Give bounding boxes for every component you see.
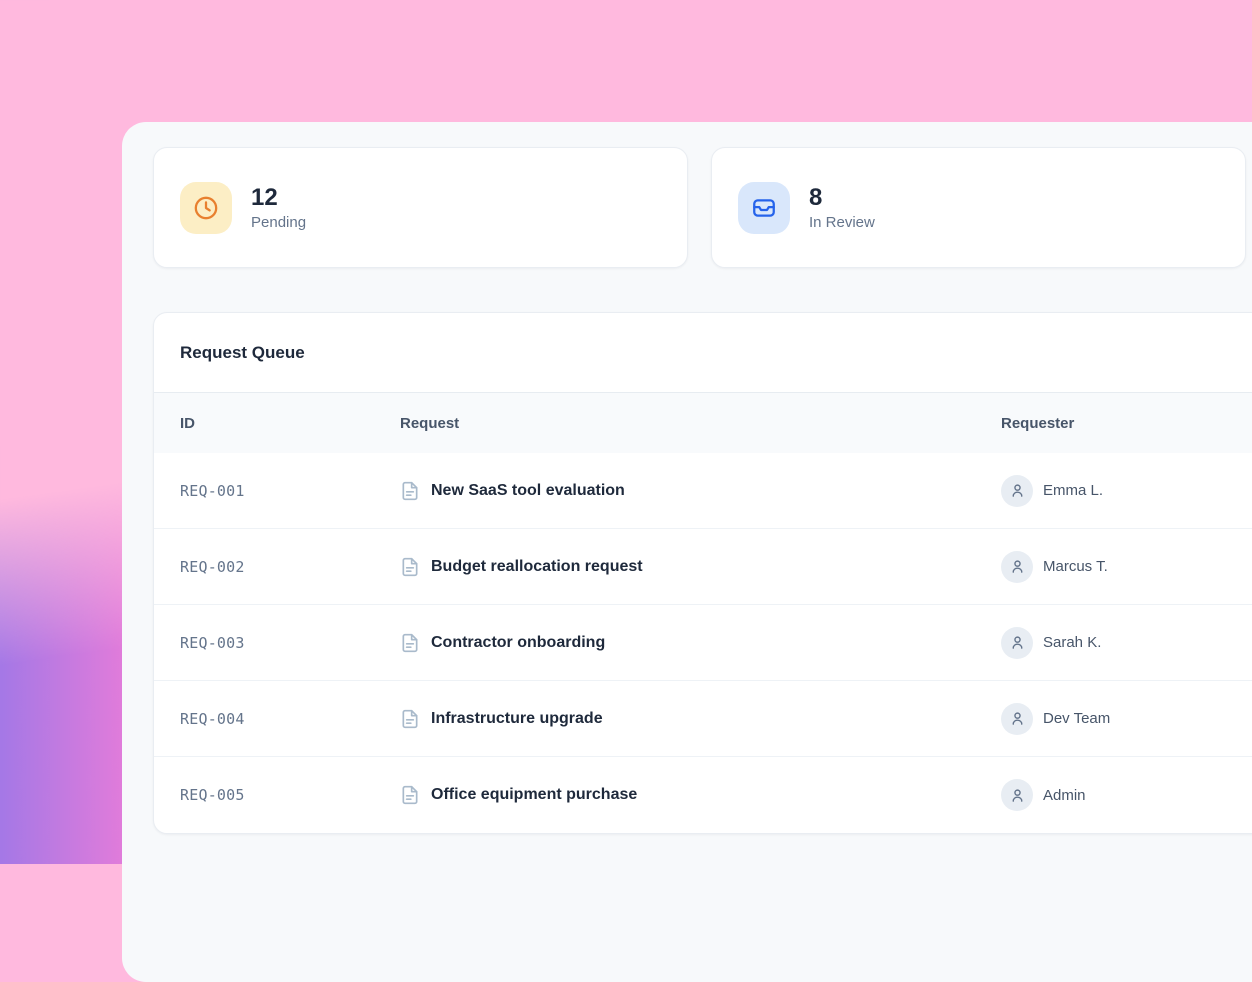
request-id: REQ-002: [180, 558, 400, 576]
inbox-icon: [738, 182, 790, 234]
file-text-icon: [400, 633, 420, 653]
requester-name: Marcus T.: [1043, 558, 1108, 575]
request-id: REQ-004: [180, 710, 400, 728]
request-title: Office equipment purchase: [431, 786, 637, 804]
stat-text: 12 Pending: [251, 184, 306, 232]
pending-label: Pending: [251, 214, 306, 231]
request-title: Contractor onboarding: [431, 634, 605, 652]
requester-name: Admin: [1043, 787, 1086, 804]
avatar: [1001, 551, 1033, 583]
file-text-icon: [400, 785, 420, 805]
in-review-label: In Review: [809, 214, 875, 231]
file-text-icon: [400, 709, 420, 729]
request-id: REQ-005: [180, 786, 400, 804]
column-header-requester: Requester: [1001, 415, 1252, 432]
request-id: REQ-001: [180, 482, 400, 500]
table-header-row: ID Request Requester: [154, 393, 1252, 453]
request-queue-card: Request Queue ID Request Requester REQ-0…: [153, 312, 1252, 834]
table-row[interactable]: REQ-004 Infrastructure upgrade Dev Team: [154, 681, 1252, 757]
avatar: [1001, 779, 1033, 811]
table-row[interactable]: REQ-003 Contractor onboarding Sarah K.: [154, 605, 1252, 681]
pending-count: 12: [251, 184, 306, 212]
file-text-icon: [400, 481, 420, 501]
clock-icon: [180, 182, 232, 234]
page-title: Request Queue: [180, 343, 305, 363]
stats-row: 12 Pending 8 In Review: [153, 147, 1252, 268]
table-row[interactable]: REQ-005 Office equipment purchase Admin: [154, 757, 1252, 833]
column-header-request: Request: [400, 415, 1001, 432]
request-title: Infrastructure upgrade: [431, 710, 603, 728]
stat-card-in-review: 8 In Review: [711, 147, 1246, 268]
in-review-count: 8: [809, 184, 875, 212]
card-header: Request Queue: [154, 313, 1252, 393]
file-text-icon: [400, 557, 420, 577]
request-title: Budget reallocation request: [431, 558, 643, 576]
stat-card-pending: 12 Pending: [153, 147, 688, 268]
requester-name: Sarah K.: [1043, 634, 1101, 651]
requester-name: Emma L.: [1043, 482, 1103, 499]
avatar: [1001, 703, 1033, 735]
avatar: [1001, 475, 1033, 507]
main-panel: 12 Pending 8 In Review Request Queue ID …: [122, 122, 1252, 982]
request-id: REQ-003: [180, 634, 400, 652]
table-row[interactable]: REQ-001 New SaaS tool evaluation Emma L.: [154, 453, 1252, 529]
column-header-id: ID: [180, 415, 400, 432]
table-row[interactable]: REQ-002 Budget reallocation request Marc…: [154, 529, 1252, 605]
request-title: New SaaS tool evaluation: [431, 482, 625, 500]
avatar: [1001, 627, 1033, 659]
stat-text: 8 In Review: [809, 184, 875, 232]
requester-name: Dev Team: [1043, 710, 1110, 727]
